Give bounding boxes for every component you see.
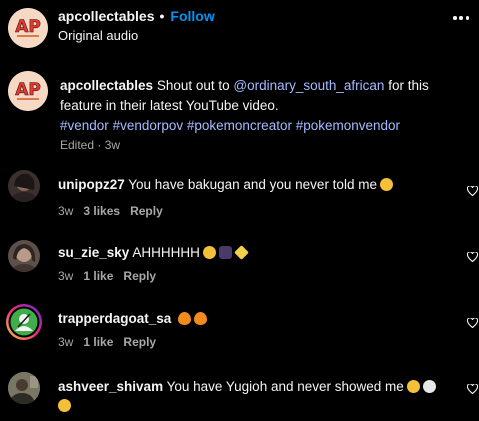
- mention-link[interactable]: @ordinary_south_african: [233, 78, 384, 93]
- more-options-icon[interactable]: [453, 16, 469, 20]
- comment-text: You have Yugioh and never showed me: [166, 379, 404, 394]
- comment-avatar[interactable]: [8, 170, 40, 202]
- comment-avatar[interactable]: [6, 304, 42, 340]
- user-photo-icon: [10, 173, 38, 202]
- purple-heart-icon: [218, 246, 232, 259]
- ap-logo-icon: AP: [8, 71, 48, 111]
- reply-button[interactable]: Reply: [130, 204, 163, 218]
- face-with-tears-of-joy-icon: [58, 399, 71, 412]
- face-with-tears-of-joy-icon: [406, 380, 420, 393]
- reply-button[interactable]: Reply: [123, 269, 156, 283]
- comment-time: 3w: [58, 335, 74, 349]
- comment-username[interactable]: su_zie_sky: [58, 245, 129, 260]
- skull-icon: [422, 380, 436, 393]
- reply-button[interactable]: Reply: [123, 335, 156, 349]
- svg-text:AP: AP: [15, 80, 41, 100]
- audio-label[interactable]: Original audio: [58, 28, 138, 43]
- ap-logo-icon: AP: [8, 8, 48, 48]
- hashtag-link[interactable]: #vendor: [60, 118, 109, 133]
- header-username[interactable]: apcollectables: [58, 8, 155, 24]
- caption-avatar[interactable]: AP: [8, 71, 48, 111]
- comment-meta: 3w 3 likes Reply: [58, 204, 163, 218]
- fire-icon: [178, 312, 192, 325]
- comment-row: unipopz27 You have bakugan and you never…: [58, 177, 393, 192]
- caption-text-before: Shout out to: [156, 78, 230, 93]
- user-photo-icon: [8, 372, 40, 404]
- comment-row: su_zie_sky AHHHHHH: [58, 245, 249, 260]
- header-title: apcollectables • Follow: [58, 8, 215, 24]
- hashtag-link[interactable]: #vendorpov: [113, 118, 184, 133]
- comment-avatar[interactable]: [8, 240, 40, 272]
- user-photo-icon: [8, 306, 40, 338]
- follow-button[interactable]: Follow: [170, 8, 214, 24]
- comment-row: ashveer_shivam You have Yugioh and never…: [58, 377, 458, 415]
- sparkles-icon: [233, 245, 249, 260]
- comment-likes[interactable]: 1 like: [83, 335, 113, 349]
- comment-avatar[interactable]: [8, 372, 40, 404]
- comment-likes[interactable]: 3 likes: [83, 204, 120, 218]
- face-with-tears-of-joy-icon: [379, 178, 393, 191]
- svg-text:AP: AP: [15, 17, 41, 37]
- header-avatar[interactable]: AP: [8, 8, 48, 48]
- comment-meta: 3w 1 like Reply: [58, 335, 156, 349]
- caption-meta: Edited · 3w: [60, 138, 121, 152]
- hashtag-link[interactable]: #pokemoncreator: [187, 118, 292, 133]
- comment-text: You have bakugan and you never told me: [128, 177, 377, 192]
- comment-row: trapperdagoat_sa: [58, 311, 208, 326]
- comment-text: AHHHHHH: [132, 245, 200, 260]
- comment-time: 3w: [58, 204, 74, 218]
- user-photo-icon: [11, 244, 37, 272]
- comment-username[interactable]: unipopz27: [58, 177, 125, 192]
- like-heart-icon[interactable]: [467, 318, 478, 328]
- fire-icon: [194, 312, 208, 325]
- heart-eyes-icon: [202, 246, 216, 259]
- like-heart-icon[interactable]: [467, 252, 478, 262]
- comment-time: 3w: [58, 269, 74, 283]
- hashtag-link[interactable]: #pokemonvendor: [296, 118, 400, 133]
- caption-text: apcollectables Shout out to @ordinary_so…: [60, 76, 460, 136]
- comment-username[interactable]: ashveer_shivam: [58, 379, 163, 394]
- like-heart-icon[interactable]: [467, 384, 478, 394]
- comment-meta: 3w 1 like Reply: [58, 269, 156, 283]
- comment-likes[interactable]: 1 like: [83, 269, 113, 283]
- comment-username[interactable]: trapperdagoat_sa: [58, 311, 171, 326]
- caption-username[interactable]: apcollectables: [60, 78, 153, 93]
- like-heart-icon[interactable]: [467, 186, 478, 196]
- separator-dot: •: [159, 8, 165, 24]
